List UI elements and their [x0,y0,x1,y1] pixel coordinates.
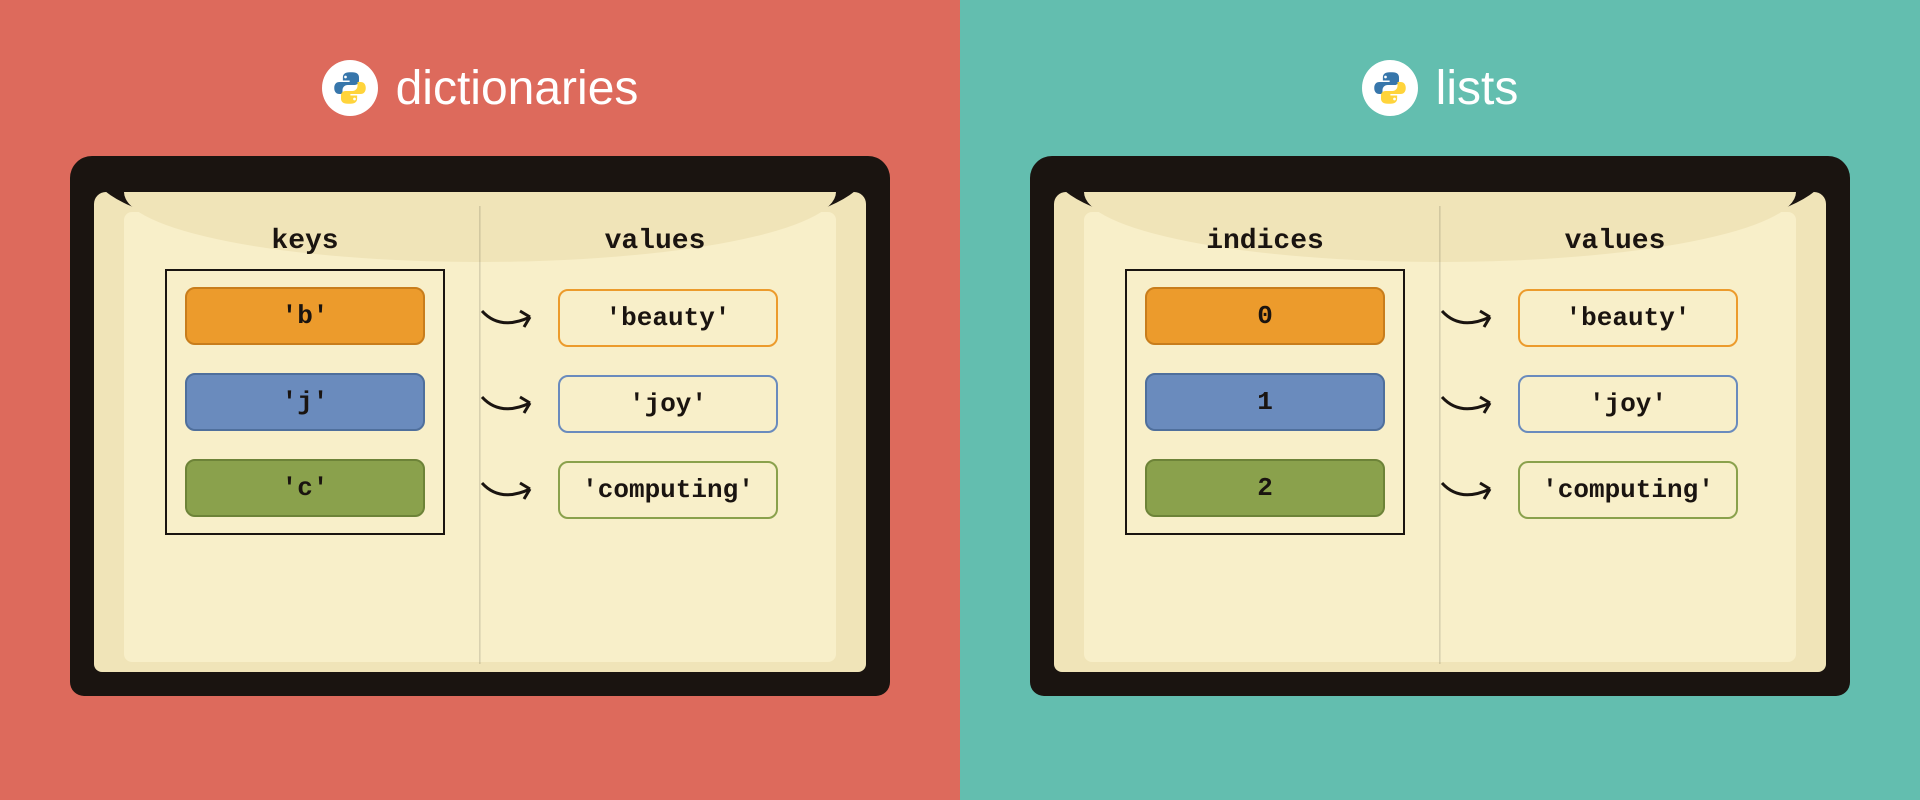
list-value-joy: 'joy' [1518,375,1738,433]
arrow-icon [1440,303,1510,333]
lists-book: indices 0 1 2 values 'beauty' [1030,156,1850,696]
dict-key-c: 'c' [185,459,425,517]
list-row-1: 'joy' [1440,375,1780,433]
list-index-2: 2 [1145,459,1385,517]
dictionaries-title: dictionaries [322,60,639,116]
dict-row-0: 'beauty' [480,289,820,347]
keys-heading: keys [271,226,338,257]
dict-value-computing: 'computing' [558,461,778,519]
python-logo-icon [322,60,378,116]
indices-heading: indices [1206,226,1324,257]
list-row-0: 'beauty' [1440,289,1780,347]
dict-value-beauty: 'beauty' [558,289,778,347]
python-logo-icon [1362,60,1418,116]
keys-column: keys 'b' 'j' 'c' [130,226,480,666]
dict-row-1: 'joy' [480,375,820,433]
arrow-icon [480,389,550,419]
dict-row-2: 'computing' [480,461,820,519]
arrow-icon [480,303,550,333]
lists-title-text: lists [1436,61,1519,116]
list-values-heading: values [1565,226,1666,257]
list-value-beauty: 'beauty' [1518,289,1738,347]
list-index-0: 0 [1145,287,1385,345]
lists-panel: lists indices 0 1 2 values [960,0,1920,800]
dictionaries-panel: dictionaries keys 'b' 'j' 'c' values [0,0,960,800]
dict-key-j: 'j' [185,373,425,431]
arrow-icon [1440,475,1510,505]
indices-frame: 0 1 2 [1125,269,1405,535]
list-value-computing: 'computing' [1518,461,1738,519]
keys-frame: 'b' 'j' 'c' [165,269,445,535]
arrow-icon [1440,389,1510,419]
values-column: values 'beauty' 'joy' [480,226,830,666]
indices-column: indices 0 1 2 [1090,226,1440,666]
list-index-1: 1 [1145,373,1385,431]
values-heading: values [605,226,706,257]
dictionaries-title-text: dictionaries [396,61,639,116]
dictionaries-book: keys 'b' 'j' 'c' values 'beauty' [70,156,890,696]
list-row-2: 'computing' [1440,461,1780,519]
arrow-icon [480,475,550,505]
dict-value-joy: 'joy' [558,375,778,433]
dict-key-b: 'b' [185,287,425,345]
lists-title: lists [1362,60,1519,116]
list-values-column: values 'beauty' 'joy' [1440,226,1790,666]
